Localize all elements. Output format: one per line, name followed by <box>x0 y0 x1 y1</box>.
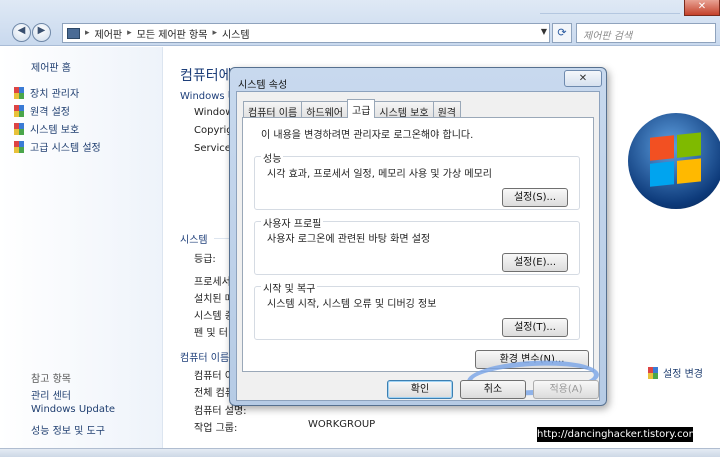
computer-row: 전체 컴퓨 <box>194 388 234 399</box>
nav-advanced-system-settings[interactable]: 고급 시스템 설정 <box>14 139 101 154</box>
refresh-button[interactable]: ⟳ <box>552 23 572 43</box>
system-row: 설치된 메 <box>194 294 234 305</box>
computer-name-heading: 컴퓨터 이름, <box>180 353 233 364</box>
dialog-close-button[interactable]: ✕ <box>564 70 602 87</box>
group-label: 사용자 프로필 <box>261 215 324 230</box>
close-icon: ✕ <box>697 1 707 12</box>
chevron-right-icon: ▸ <box>85 28 90 38</box>
chevron-down-icon[interactable]: ▼ <box>541 27 547 36</box>
address-bar[interactable]: ▸ 제어판 ▸ 모든 제어판 항목 ▸ 시스템 ▼ <box>62 23 550 43</box>
nav-item-label: 장치 관리자 <box>30 89 80 100</box>
close-icon: ✕ <box>578 73 588 84</box>
forward-button[interactable]: ▶ <box>32 23 51 42</box>
window-bottom-edge <box>0 448 720 457</box>
system-row: 등급: <box>194 254 216 265</box>
computer-row: 컴퓨터 이 <box>194 371 234 382</box>
dialog-title: 시스템 속성 <box>238 80 288 91</box>
tab-hardware[interactable]: 하드웨어 <box>301 101 348 119</box>
control-panel-home-link[interactable]: 제어판 홈 <box>31 59 71 74</box>
tab-strip: 컴퓨터 이름 하드웨어 고급 시스템 보호 원격 <box>243 99 461 119</box>
chevron-right-icon: ▸ <box>127 28 132 38</box>
window-close-button[interactable]: ✕ <box>684 0 720 16</box>
arrow-left-icon: ◀ <box>17 25 26 36</box>
performance-group: 성능 시각 효과, 프로세서 일정, 메모리 사용 및 가상 메모리 설정(S)… <box>254 150 580 210</box>
group-description: 시스템 시작, 시스템 오류 및 디버깅 정보 <box>267 299 437 310</box>
startup-recovery-settings-button[interactable]: 설정(T)... <box>502 318 568 337</box>
apply-button[interactable]: 적용(A) <box>533 380 599 399</box>
settings-change-label: 설정 변경 <box>663 369 703 380</box>
group-label: 성능 <box>261 150 284 165</box>
user-profiles-group: 사용자 프로필 사용자 로그온에 관련된 바탕 화면 설정 설정(E)... <box>254 215 580 275</box>
computer-row: 작업 그룹: <box>194 423 238 434</box>
system-row: 시스템 종 <box>194 311 234 322</box>
shield-icon <box>14 140 25 153</box>
nav-item-label: 원격 설정 <box>30 107 70 118</box>
tab-computer-name[interactable]: 컴퓨터 이름 <box>243 101 303 119</box>
nav-remote-settings[interactable]: 원격 설정 <box>14 103 70 118</box>
nav-item-label: 고급 시스템 설정 <box>30 143 101 154</box>
startup-recovery-group: 시작 및 복구 시스템 시작, 시스템 오류 및 디버깅 정보 설정(T)... <box>254 280 580 340</box>
settings-change-link[interactable]: 설정 변경 <box>648 365 703 380</box>
chevron-right-icon: ▸ <box>212 28 217 38</box>
shield-icon <box>14 86 25 99</box>
breadcrumb-control-panel[interactable]: 제어판 <box>95 26 123 41</box>
nav-system-protection[interactable]: 시스템 보호 <box>14 121 79 136</box>
left-navigation: 제어판 홈 장치 관리자 원격 설정 시스템 보호 고급 시스템 설정 참고 항… <box>0 47 163 457</box>
refresh-icon: ⟳ <box>557 26 567 39</box>
performance-settings-button[interactable]: 설정(S)... <box>502 188 568 207</box>
breadcrumb-system[interactable]: 시스템 <box>222 26 250 41</box>
back-button[interactable]: ◀ <box>12 23 31 42</box>
see-also-heading: 참고 항목 <box>31 374 71 385</box>
watermark-url: http://dancinghacker.tistory.com <box>537 427 699 442</box>
explorer-toolbar: ✕ ◀ ▶ ▸ 제어판 ▸ 모든 제어판 항목 ▸ 시스템 ▼ ⟳ 제어판 검색 <box>0 0 720 46</box>
admin-note: 이 내용을 변경하려면 관리자로 로그온해야 합니다. <box>261 130 474 141</box>
system-heading: 시스템 <box>180 235 208 246</box>
group-description: 사용자 로그온에 관련된 바탕 화면 설정 <box>267 234 431 245</box>
control-panel-icon <box>67 27 80 39</box>
top-frame-line <box>540 4 680 14</box>
system-row: 프로세서 <box>194 277 231 288</box>
arrow-right-icon: ▶ <box>37 25 46 36</box>
shield-icon <box>648 366 659 379</box>
windows-logo-icon <box>628 113 720 209</box>
user-profiles-settings-button[interactable]: 설정(E)... <box>502 253 568 272</box>
tab-remote[interactable]: 원격 <box>432 101 461 119</box>
cancel-button[interactable]: 취소 <box>460 380 526 399</box>
link-performance-tools[interactable]: 성능 정보 및 도구 <box>31 422 105 437</box>
search-input[interactable]: 제어판 검색 <box>576 23 716 43</box>
ok-button[interactable]: 확인 <box>387 380 453 399</box>
system-properties-dialog: 시스템 속성 ✕ 컴퓨터 이름 하드웨어 고급 시스템 보호 원격 이 내용을 … <box>229 67 607 406</box>
group-label: 시작 및 복구 <box>261 280 318 295</box>
link-action-center[interactable]: 관리 센터 <box>31 387 71 402</box>
tab-system-protection[interactable]: 시스템 보호 <box>374 101 434 119</box>
workgroup-value: WORKGROUP <box>308 419 376 430</box>
breadcrumb-all-items[interactable]: 모든 제어판 항목 <box>137 26 208 41</box>
advanced-tab-panel: 이 내용을 변경하려면 관리자로 로그온해야 합니다. 성능 시각 효과, 프로… <box>242 117 600 399</box>
shield-icon <box>14 122 25 135</box>
link-windows-update[interactable]: Windows Update <box>31 404 115 415</box>
system-row: 펜 및 터 <box>194 328 228 339</box>
nav-device-manager[interactable]: 장치 관리자 <box>14 85 79 100</box>
nav-item-label: 시스템 보호 <box>30 125 80 136</box>
shield-icon <box>14 104 25 117</box>
dialog-client-area: 컴퓨터 이름 하드웨어 고급 시스템 보호 원격 이 내용을 변경하려면 관리자… <box>236 91 600 401</box>
group-description: 시각 효과, 프로세서 일정, 메모리 사용 및 가상 메모리 <box>267 169 492 180</box>
tab-advanced[interactable]: 고급 <box>347 99 376 118</box>
